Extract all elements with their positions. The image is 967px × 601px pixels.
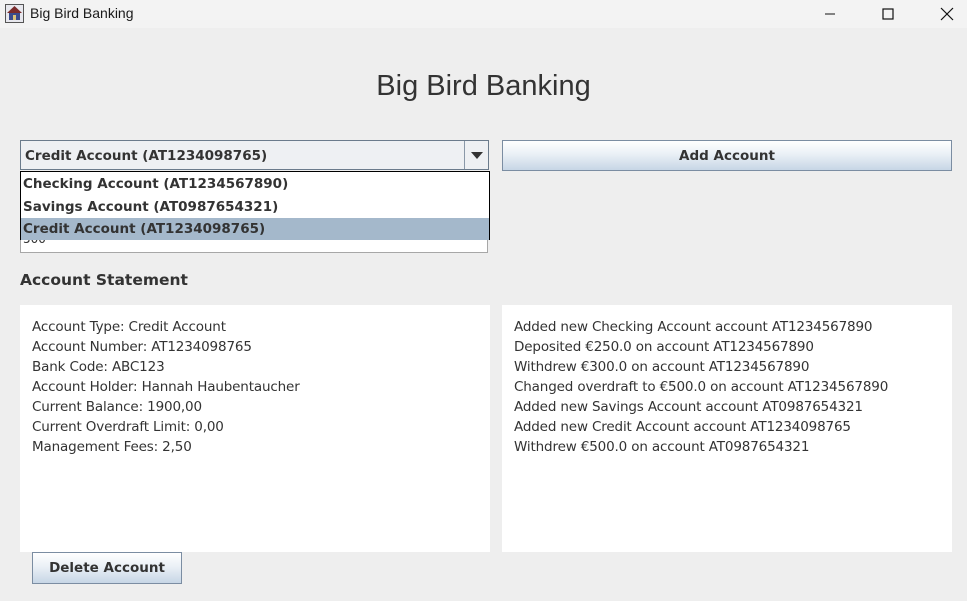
- window-title: Big Bird Banking: [30, 5, 134, 21]
- delete-account-button[interactable]: Delete Account: [32, 552, 182, 584]
- account-dropdown-list: Checking Account (AT1234567890) Savings …: [20, 171, 490, 240]
- maximize-button[interactable]: [866, 0, 910, 28]
- page-title: Big Bird Banking: [376, 70, 591, 102]
- log-entry: Added new Credit Account account AT12340…: [514, 419, 851, 435]
- dropdown-option-savings[interactable]: Savings Account (AT0987654321): [21, 196, 489, 218]
- account-statement-heading: Account Statement: [20, 271, 188, 289]
- log-entry: Deposited €250.0 on account AT1234567890: [514, 339, 814, 355]
- account-details-panel: Account Type: Credit Account Account Num…: [20, 305, 490, 552]
- detail-bank-code: Bank Code: ABC123: [32, 359, 165, 375]
- dropdown-option-checking[interactable]: Checking Account (AT1234567890): [21, 173, 489, 195]
- dropdown-option-credit[interactable]: Credit Account (AT1234098765): [21, 218, 489, 240]
- account-selector-value: Credit Account (AT1234098765): [25, 148, 268, 164]
- detail-management-fees: Management Fees: 2,50: [32, 439, 192, 455]
- detail-current-balance: Current Balance: 1900,00: [32, 399, 202, 415]
- log-entry: Added new Checking Account account AT123…: [514, 319, 873, 335]
- detail-account-number: Account Number: AT1234098765: [32, 339, 252, 355]
- log-entry: Changed overdraft to €500.0 on account A…: [514, 379, 889, 395]
- title-bar: Big Bird Banking: [0, 0, 967, 28]
- detail-overdraft-limit: Current Overdraft Limit: 0,00: [32, 419, 224, 435]
- log-entry: Withdrew €500.0 on account AT0987654321: [514, 439, 810, 455]
- detail-account-holder: Account Holder: Hannah Haubentaucher: [32, 379, 300, 395]
- app-logo-icon: [5, 4, 24, 23]
- transaction-log-panel: Added new Checking Account account AT123…: [502, 305, 952, 552]
- account-selector-toggle[interactable]: [464, 141, 488, 169]
- close-button[interactable]: [925, 0, 967, 28]
- account-selector[interactable]: Credit Account (AT1234098765): [20, 140, 489, 170]
- log-entry: Withdrew €300.0 on account AT1234567890: [514, 359, 810, 375]
- detail-account-type: Account Type: Credit Account: [32, 319, 226, 335]
- chevron-down-icon: [470, 151, 483, 159]
- log-entry: Added new Savings Account account AT0987…: [514, 399, 863, 415]
- add-account-button[interactable]: Add Account: [502, 140, 952, 171]
- minimize-button[interactable]: [808, 0, 852, 28]
